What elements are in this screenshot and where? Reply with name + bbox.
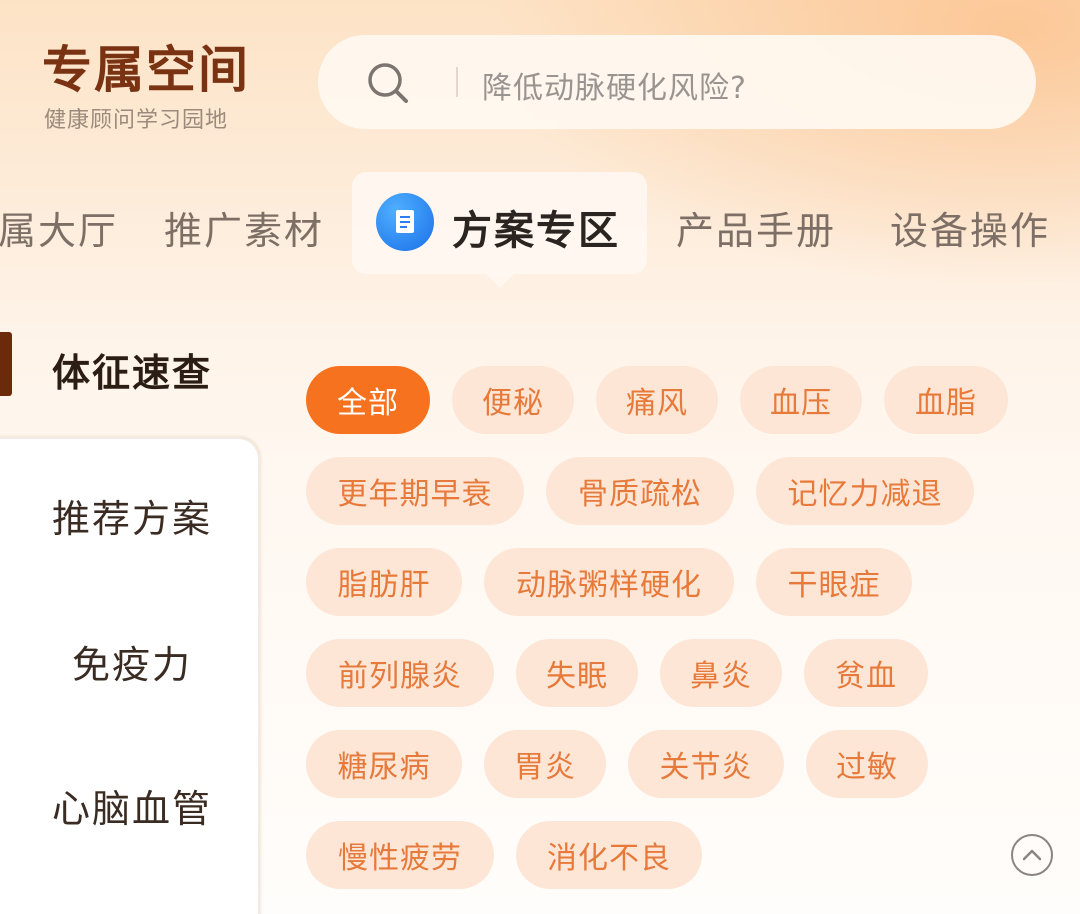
chip-all[interactable]: 全部 [306,366,430,434]
chip-item[interactable]: 血脂 [884,366,1008,434]
sidebar-item-recommended-plans[interactable]: 推荐方案 [52,488,212,543]
chip-item[interactable]: 痛风 [596,366,718,434]
chip-item[interactable]: 糖尿病 [306,730,462,798]
chip-item[interactable]: 过敏 [806,730,928,798]
scroll-to-top-button[interactable] [1011,834,1053,876]
sidebar-active-indicator [0,332,12,396]
chip-item[interactable]: 消化不良 [516,821,702,889]
chip-item[interactable]: 便秘 [452,366,574,434]
chip-item[interactable]: 更年期早衰 [306,457,524,525]
sidebar-item-vital-signs[interactable]: 体征速查 [52,342,212,397]
chip-item[interactable]: 干眼症 [756,548,912,616]
tab-promo-materials[interactable]: 推广素材 [164,200,324,255]
page-subtitle: 健康顾问学习园地 [44,108,229,133]
chip-item[interactable]: 记忆力减退 [756,457,974,525]
chip-item[interactable]: 鼻炎 [660,639,782,707]
category-tabs: 属大厅 推广素材 方案专区 产品手册 设备操作 [0,170,1080,290]
chip-item[interactable]: 动脉粥样硬化 [484,548,734,616]
chip-item[interactable]: 慢性疲劳 [306,821,494,889]
tab-plan-zone[interactable]: 方案专区 [452,198,620,256]
page-title: 专属空间 [42,41,250,99]
search-bar[interactable]: 降低动脉硬化风险? [318,35,1036,129]
sidebar-item-cardio-cerebrovascular[interactable]: 心脑血管 [52,778,212,833]
chip-item[interactable]: 关节炎 [628,730,784,798]
search-icon[interactable] [366,61,410,105]
document-icon [376,193,434,251]
chip-item[interactable]: 血压 [740,366,862,434]
search-input[interactable]: 降低动脉硬化风险? [482,63,747,107]
tab-product-manual[interactable]: 产品手册 [676,200,836,255]
chip-item[interactable]: 脂肪肝 [306,548,462,616]
chevron-up-icon [1022,849,1042,861]
tab-hall[interactable]: 属大厅 [0,200,118,255]
search-divider [456,67,458,97]
sidebar-item-immunity[interactable]: 免疫力 [72,634,192,689]
chip-item[interactable]: 胃炎 [484,730,606,798]
tab-active-pointer [484,272,516,288]
chip-item[interactable]: 失眠 [516,639,638,707]
tab-device-operation[interactable]: 设备操作 [890,200,1050,255]
chip-item[interactable]: 前列腺炎 [306,639,494,707]
chip-item[interactable]: 骨质疏松 [546,457,734,525]
chip-item[interactable]: 贫血 [804,639,928,707]
